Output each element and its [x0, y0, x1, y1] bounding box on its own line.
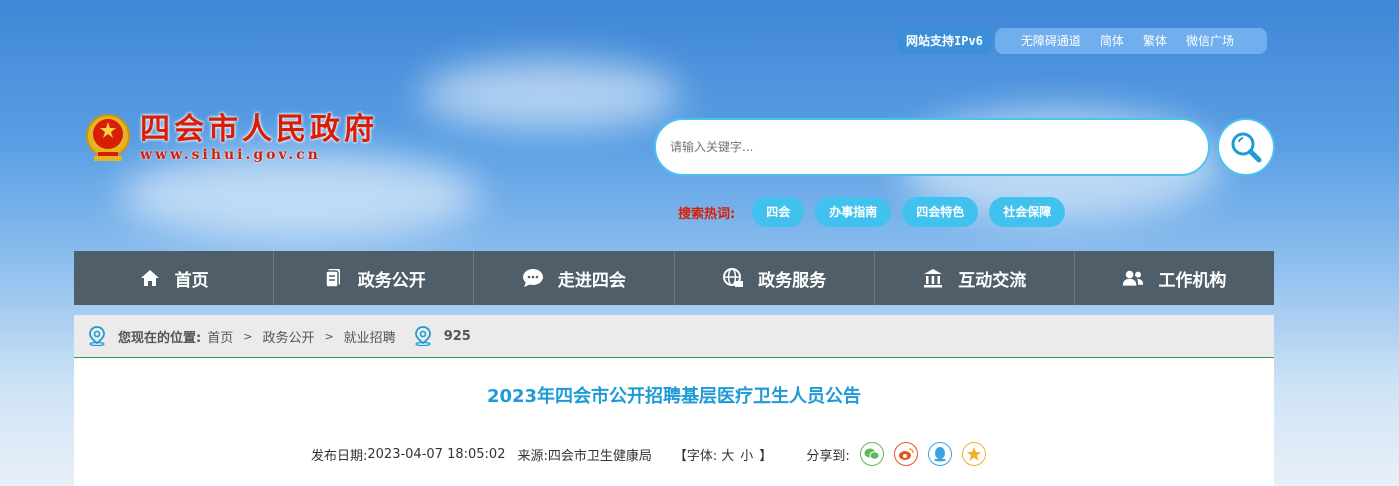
share-label: 分享到: — [806, 448, 850, 464]
breadcrumb-gov-affairs[interactable]: 政务公开 — [262, 327, 314, 346]
font-large-button[interactable]: 大 — [721, 445, 734, 464]
nav-label: 走进四会 — [557, 270, 626, 291]
weibo-share-icon[interactable] — [893, 442, 918, 466]
breadcrumb: 您现在的位置: 首页 > 政务公开 > 就业招聘 925 — [74, 315, 1274, 358]
nav-label: 互动交流 — [958, 270, 1027, 291]
hot-keywords: 搜索热词: 四会 办事指南 四会特色 社会保障 — [678, 197, 1066, 227]
nav-item-interaction[interactable]: 互动交流 — [875, 251, 1075, 305]
nav-item-institutions[interactable]: 工作机构 — [1075, 251, 1274, 305]
nav-label: 政务公开 — [357, 270, 426, 291]
chat-icon — [522, 267, 544, 289]
article-meta: 发布日期: 2023-04-07 18:05:02 来源: 四会市卫生健康局 【… — [311, 442, 986, 466]
article: 2023年四会市公开招聘基层医疗卫生人员公告 发布日期: 2023-04-07 … — [74, 358, 1274, 486]
traditional-link[interactable]: 繁体 — [1143, 28, 1167, 54]
top-bar: 网站支持IPv6 无障碍通道 简体 繁体 微信广场 — [898, 28, 1267, 54]
cloud-decoration — [420, 60, 680, 130]
nav-label: 工作机构 — [1158, 270, 1227, 291]
breadcrumb-home[interactable]: 首页 — [207, 327, 233, 346]
national-emblem-icon — [84, 112, 132, 164]
nav-label: 政务服务 — [758, 270, 827, 291]
top-links: 无障碍通道 简体 繁体 微信广场 — [994, 28, 1267, 54]
breadcrumb-separator: > — [243, 329, 253, 343]
publish-date: 2023-04-07 18:05:02 — [367, 446, 506, 462]
date-label: 发布日期: — [311, 448, 368, 464]
hot-tag[interactable]: 社会保障 — [989, 197, 1066, 227]
source-label: 来源: — [517, 448, 548, 464]
hot-tag[interactable]: 办事指南 — [815, 197, 892, 227]
hot-keywords-label: 搜索热词: — [678, 206, 736, 222]
qzone-share-icon[interactable] — [961, 442, 986, 466]
nav-label: 首页 — [174, 270, 209, 291]
view-count: 925 — [443, 328, 471, 344]
simplified-link[interactable]: 简体 — [1100, 28, 1124, 54]
ipv6-badge: 网站支持IPv6 — [898, 28, 991, 54]
wechat-square-link[interactable]: 微信广场 — [1186, 28, 1234, 54]
breadcrumb-separator: > — [324, 329, 334, 343]
search-icon — [1231, 132, 1262, 163]
hot-tag[interactable]: 四会 — [752, 197, 805, 227]
main-nav: 首页 政务公开 走进四会 政务服务 互动交流 工作机构 — [74, 251, 1274, 305]
users-icon — [1122, 267, 1144, 289]
location-pin-icon — [89, 326, 105, 346]
nav-item-about-sihui[interactable]: 走进四会 — [474, 251, 675, 305]
building-icon — [922, 267, 944, 289]
accessibility-link[interactable]: 无障碍通道 — [1021, 28, 1081, 54]
qq-share-icon[interactable] — [927, 442, 952, 466]
font-size-label: 【字体: — [673, 448, 718, 464]
search-box — [654, 118, 1210, 176]
font-small-button[interactable]: 小 — [740, 445, 753, 464]
site-name: 四会市人民政府 — [140, 112, 378, 147]
globe-icon — [722, 267, 744, 289]
site-url: www.sihui.gov.cn — [140, 147, 321, 163]
breadcrumb-recruitment[interactable]: 就业招聘 — [344, 327, 396, 346]
wechat-share-icon[interactable] — [859, 442, 884, 466]
site-logo[interactable]: 四会市人民政府 www.sihui.gov.cn — [84, 112, 378, 164]
home-icon — [139, 267, 161, 289]
hot-tag[interactable]: 四会特色 — [902, 197, 979, 227]
nav-item-services[interactable]: 政务服务 — [675, 251, 875, 305]
nav-item-home[interactable]: 首页 — [74, 251, 275, 305]
search-button[interactable] — [1217, 118, 1275, 176]
document-icon — [322, 267, 344, 289]
nav-item-gov-affairs[interactable]: 政务公开 — [274, 251, 475, 305]
article-title: 2023年四会市公开招聘基层医疗卫生人员公告 — [486, 386, 862, 407]
search-input[interactable] — [656, 120, 1208, 174]
breadcrumb-label: 您现在的位置: — [118, 330, 202, 346]
views-pin-icon — [414, 326, 431, 346]
font-size-end: 】 — [759, 448, 773, 464]
source-value: 四会市卫生健康局 — [547, 448, 652, 464]
